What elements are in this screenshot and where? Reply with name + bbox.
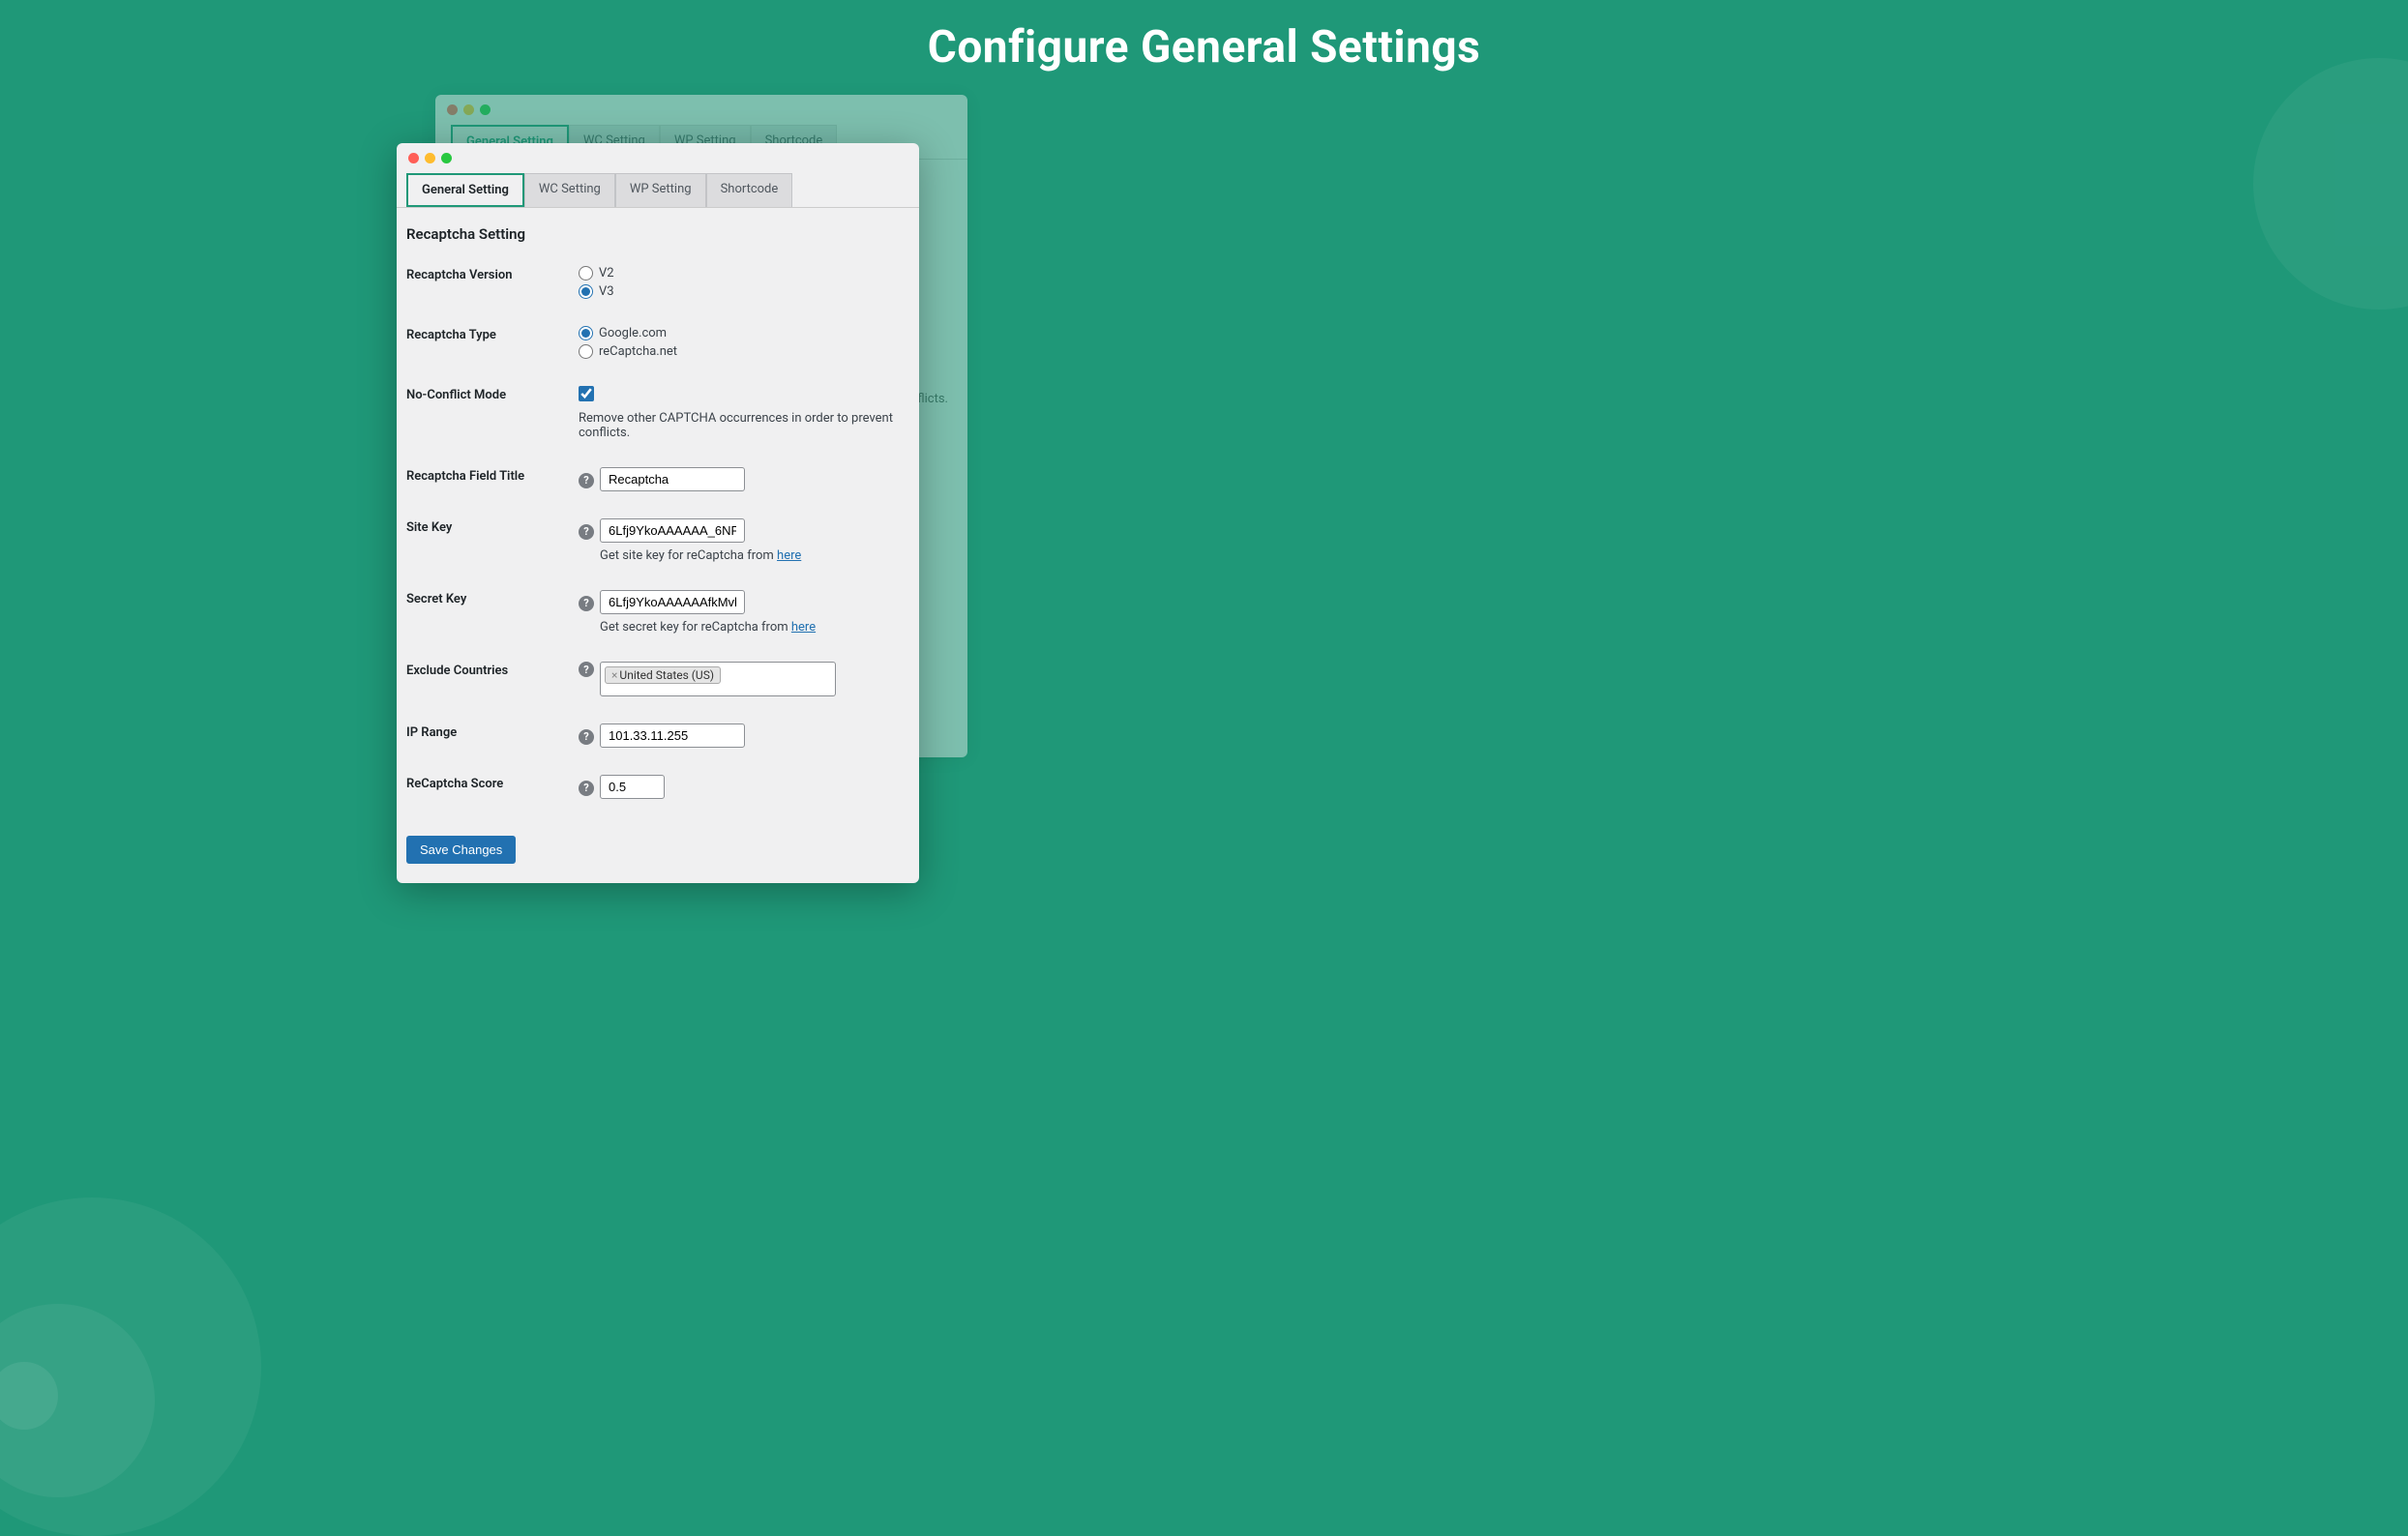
hint-site-key: Get site key for reCaptcha from here (600, 548, 909, 563)
hint-secret-key: Get secret key for reCaptcha from here (600, 620, 909, 635)
close-icon[interactable]: × (611, 668, 617, 682)
help-icon[interactable]: ? (579, 662, 594, 677)
radio-recaptcha-net-label: reCaptcha.net (599, 344, 677, 359)
radio-v3[interactable]: V3 (579, 284, 909, 299)
input-ip-range[interactable] (600, 724, 745, 748)
input-exclude-countries[interactable]: ×United States (US) (600, 662, 836, 696)
settings-window: General Setting WC Setting WP Setting Sh… (397, 143, 919, 883)
label-recaptcha-type: Recaptcha Type (406, 326, 579, 342)
window-controls-back (435, 95, 967, 125)
row-ip-range: IP Range ? (406, 724, 909, 748)
radio-recaptcha-net[interactable]: reCaptcha.net (579, 344, 909, 359)
section-title: Recaptcha Setting (406, 225, 909, 243)
checkbox-no-conflict[interactable] (579, 386, 594, 401)
help-icon[interactable]: ? (579, 781, 594, 796)
radio-group-type: Google.com reCaptcha.net (579, 326, 909, 359)
label-site-key: Site Key (406, 518, 579, 535)
tab-general-setting[interactable]: General Setting (406, 173, 524, 207)
tab-wc-setting[interactable]: WC Setting (524, 173, 615, 207)
minimize-icon[interactable] (425, 153, 435, 163)
radio-google-label: Google.com (599, 326, 667, 340)
row-site-key: Site Key ? Get site key for reCaptcha fr… (406, 518, 909, 563)
radio-v2-input[interactable] (579, 266, 593, 281)
tab-shortcode[interactable]: Shortcode (706, 173, 793, 207)
row-recaptcha-version: Recaptcha Version V2 V3 (406, 266, 909, 299)
row-field-title: Recaptcha Field Title ? (406, 467, 909, 491)
row-recaptcha-score: ReCaptcha Score ? (406, 775, 909, 799)
tag-country[interactable]: ×United States (US) (605, 666, 721, 684)
page-title: Configure General Settings (0, 0, 2408, 74)
row-secret-key: Secret Key ? Get secret key for reCaptch… (406, 590, 909, 635)
input-site-key[interactable] (600, 518, 745, 543)
radio-v3-label: V3 (599, 284, 614, 299)
row-recaptcha-type: Recaptcha Type Google.com reCaptcha.net (406, 326, 909, 359)
help-icon[interactable]: ? (579, 729, 594, 745)
tab-wp-setting[interactable]: WP Setting (615, 173, 706, 207)
radio-v2[interactable]: V2 (579, 266, 909, 281)
link-site-key-here[interactable]: here (777, 548, 801, 563)
maximize-icon[interactable] (441, 153, 452, 163)
input-recaptcha-score[interactable] (600, 775, 665, 799)
label-field-title: Recaptcha Field Title (406, 467, 579, 484)
bg-decoration-eye (0, 1197, 261, 1536)
tabs: General Setting WC Setting WP Setting Sh… (397, 173, 919, 208)
row-no-conflict: No-Conflict Mode Remove other CAPTCHA oc… (406, 386, 909, 440)
bg-decoration-circle (2253, 58, 2408, 310)
radio-google-input[interactable] (579, 326, 593, 340)
radio-group-version: V2 V3 (579, 266, 909, 299)
link-secret-key-here[interactable]: here (791, 620, 816, 635)
minimize-icon (463, 104, 474, 115)
label-no-conflict: No-Conflict Mode (406, 386, 579, 402)
close-icon[interactable] (408, 153, 419, 163)
save-changes-button[interactable]: Save Changes (406, 836, 516, 864)
label-exclude-countries: Exclude Countries (406, 662, 579, 678)
label-secret-key: Secret Key (406, 590, 579, 606)
radio-google[interactable]: Google.com (579, 326, 909, 340)
row-exclude-countries: Exclude Countries ? ×United States (US) (406, 662, 909, 696)
help-no-conflict: Remove other CAPTCHA occurrences in orde… (579, 411, 909, 440)
label-ip-range: IP Range (406, 724, 579, 740)
input-field-title[interactable] (600, 467, 745, 491)
input-secret-key[interactable] (600, 590, 745, 614)
help-icon[interactable]: ? (579, 473, 594, 488)
label-recaptcha-score: ReCaptcha Score (406, 775, 579, 791)
radio-v2-label: V2 (599, 266, 614, 281)
radio-v3-input[interactable] (579, 284, 593, 299)
window-controls (397, 143, 919, 173)
help-icon[interactable]: ? (579, 524, 594, 540)
help-icon[interactable]: ? (579, 596, 594, 611)
radio-recaptcha-net-input[interactable] (579, 344, 593, 359)
settings-content: Recaptcha Setting Recaptcha Version V2 V… (397, 208, 919, 883)
maximize-icon (480, 104, 491, 115)
close-icon (447, 104, 458, 115)
label-recaptcha-version: Recaptcha Version (406, 266, 579, 282)
